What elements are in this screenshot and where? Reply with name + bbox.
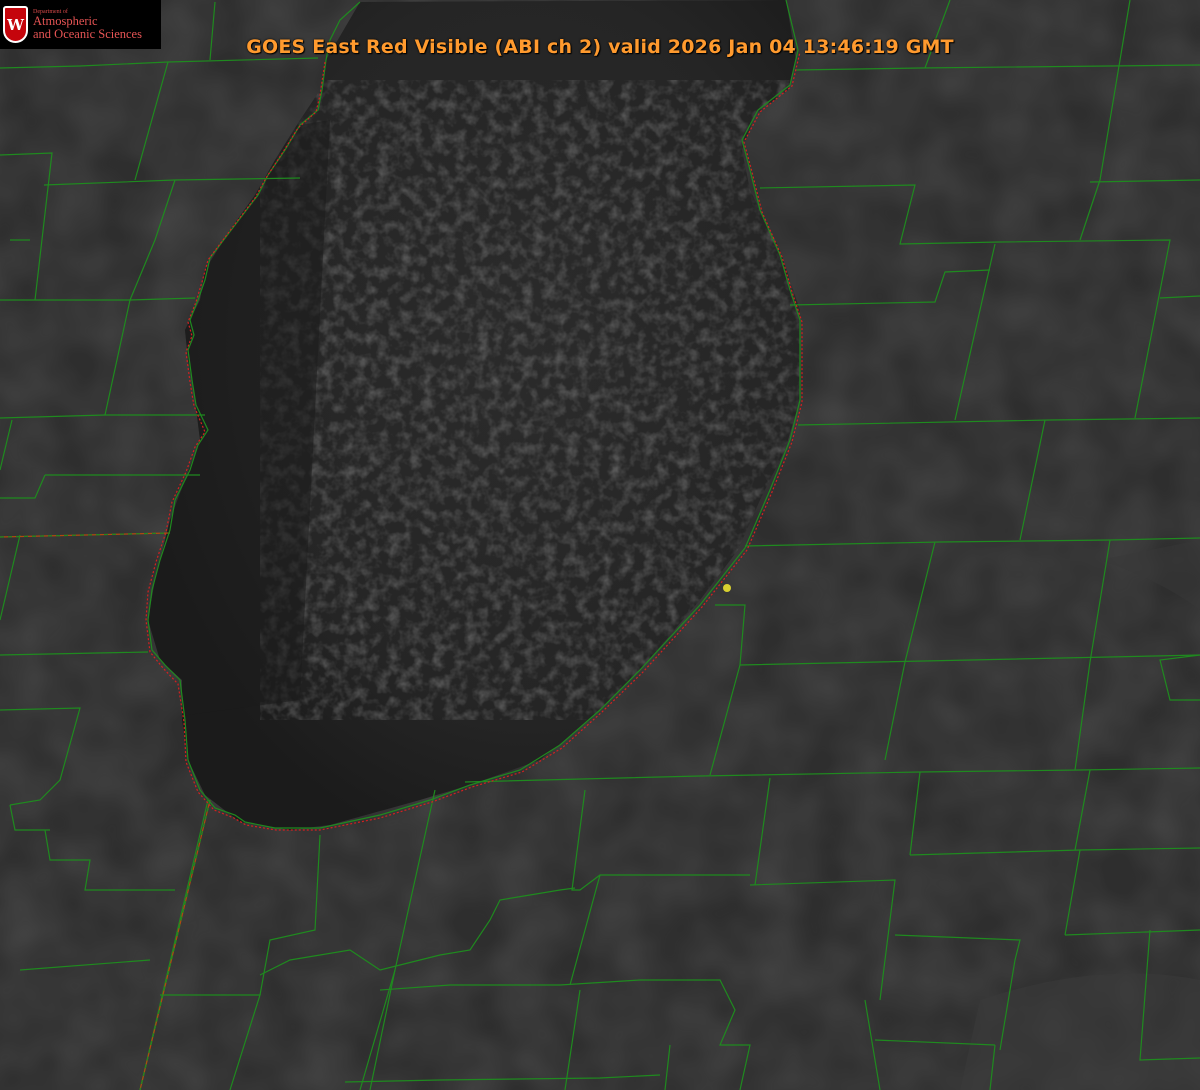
satellite-map (0, 0, 1200, 1090)
image-title: GOES East Red Visible (ABI ch 2) valid 2… (246, 36, 954, 58)
logo-line-1: Atmospheric (33, 14, 98, 28)
location-marker (723, 584, 731, 592)
